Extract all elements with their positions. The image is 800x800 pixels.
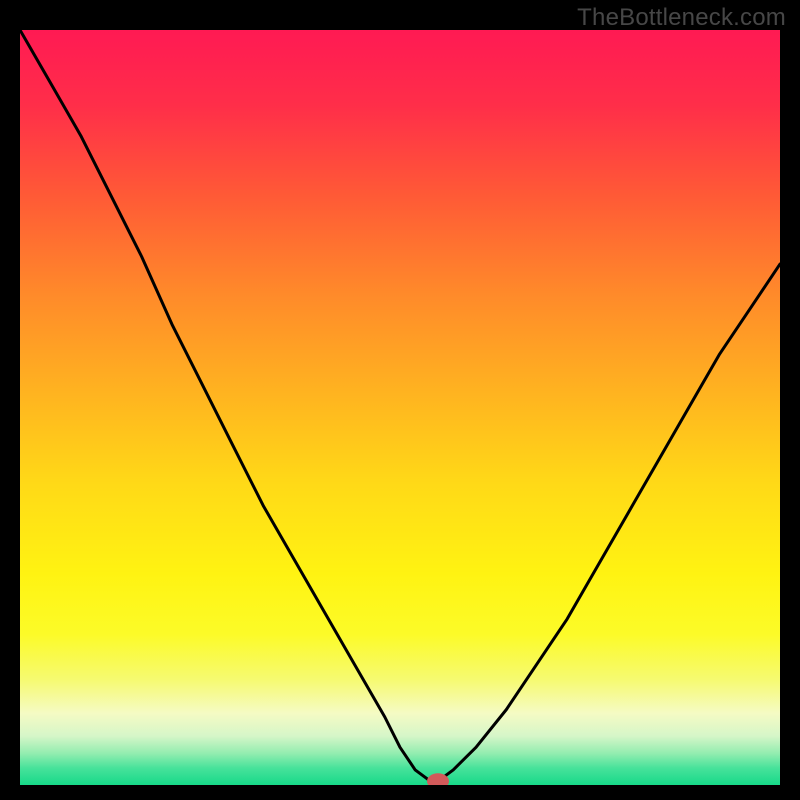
branding-watermark: TheBottleneck.com bbox=[577, 4, 786, 32]
chart-plot-area bbox=[20, 30, 780, 785]
chart-svg bbox=[20, 30, 780, 785]
chart-frame: TheBottleneck.com bbox=[0, 0, 800, 800]
gradient-background bbox=[20, 30, 780, 785]
